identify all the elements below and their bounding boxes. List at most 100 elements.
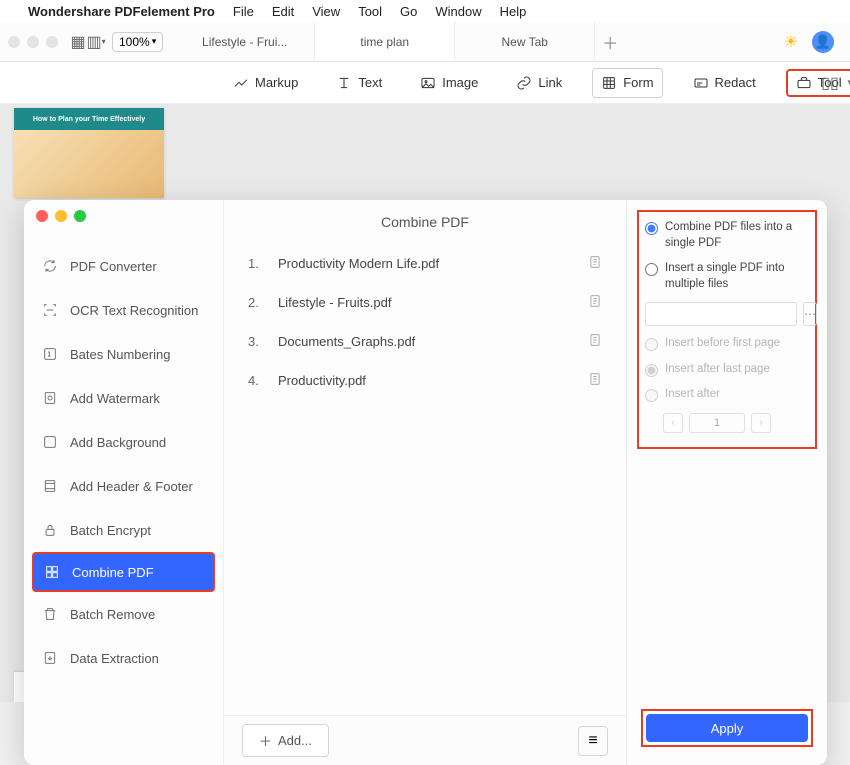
extract-icon bbox=[42, 650, 58, 666]
sidebar-item-background[interactable]: Add Background bbox=[24, 420, 223, 464]
markup-button[interactable]: Markup bbox=[225, 69, 306, 97]
page-value: 1 bbox=[689, 413, 745, 433]
main-area: How to Plan your Time Effectively PDF Co… bbox=[0, 104, 850, 702]
menu-file[interactable]: File bbox=[233, 4, 254, 19]
fullscreen-icon[interactable] bbox=[74, 210, 86, 222]
file-number: 4. bbox=[248, 373, 278, 388]
insert-radio[interactable] bbox=[645, 263, 658, 276]
sidebar-item-header-footer[interactable]: Add Header & Footer bbox=[24, 464, 223, 508]
page-thumbnails[interactable]: How to Plan your Time Effectively bbox=[14, 104, 194, 198]
file-row[interactable]: 4. Productivity.pdf bbox=[248, 361, 602, 400]
sidebar-item-bates[interactable]: Bates Numbering bbox=[24, 332, 223, 376]
text-button[interactable]: Text bbox=[328, 69, 390, 97]
form-icon bbox=[601, 75, 617, 91]
insert-after-last-radio bbox=[645, 364, 658, 377]
link-button[interactable]: Link bbox=[508, 69, 570, 97]
tab-new-tab[interactable]: New Tab bbox=[455, 22, 595, 61]
sidebar-item-batch-remove[interactable]: Batch Remove bbox=[24, 592, 223, 636]
new-tab-button[interactable]: ＋ bbox=[595, 22, 625, 61]
window-traffic-lights[interactable] bbox=[8, 36, 58, 48]
image-button[interactable]: Image bbox=[412, 69, 486, 97]
menu-edit[interactable]: Edit bbox=[272, 4, 294, 19]
sidebar-item-watermark[interactable]: Add Watermark bbox=[24, 376, 223, 420]
scan-icon bbox=[42, 302, 58, 318]
form-button[interactable]: Form bbox=[592, 68, 662, 98]
more-options-button[interactable]: ≡ bbox=[578, 726, 608, 756]
file-number: 1. bbox=[248, 256, 278, 271]
zoom-dropdown[interactable]: 100% ▾ bbox=[112, 32, 163, 52]
thumb-headline: How to Plan your Time Effectively bbox=[14, 108, 164, 130]
file-list: 1. Productivity Modern Life.pdf 2. Lifes… bbox=[224, 244, 626, 400]
sidebar-item-data-extraction[interactable]: Data Extraction bbox=[24, 636, 223, 680]
radio-insert-after-page: Insert after bbox=[645, 387, 809, 403]
close-icon[interactable] bbox=[36, 210, 48, 222]
page-thumb-1[interactable]: How to Plan your Time Effectively bbox=[14, 108, 164, 198]
menu-window[interactable]: Window bbox=[435, 4, 481, 19]
appearance-icon[interactable]: ☀ bbox=[784, 32, 798, 52]
grid-view-icon[interactable]: ▦ bbox=[70, 34, 86, 50]
insert-after-radio bbox=[645, 389, 658, 402]
trash-icon bbox=[42, 606, 58, 622]
radio-insert-multiple[interactable]: Insert a single PDF into multiple files bbox=[645, 261, 809, 292]
file-row[interactable]: 3. Documents_Graphs.pdf bbox=[248, 322, 602, 361]
menu-help[interactable]: Help bbox=[500, 4, 527, 19]
sidebar-item-ocr[interactable]: OCR Text Recognition bbox=[24, 288, 223, 332]
chevron-right-icon: › bbox=[759, 417, 762, 428]
modal-options-panel: Combine PDF files into a single PDF Inse… bbox=[627, 200, 827, 765]
file-number: 2. bbox=[248, 295, 278, 310]
tool-dropdown[interactable]: Tool ▾ bbox=[786, 69, 850, 97]
step-next-button: › bbox=[751, 413, 771, 433]
link-icon bbox=[516, 75, 532, 91]
page-range-icon[interactable] bbox=[588, 254, 602, 273]
browse-button[interactable]: ⋯ bbox=[803, 302, 817, 326]
file-row[interactable]: 2. Lifestyle - Fruits.pdf bbox=[248, 283, 602, 322]
apply-button[interactable]: Apply bbox=[646, 714, 808, 742]
add-file-button[interactable]: ＋ Add... bbox=[242, 724, 329, 757]
sidebar-item-combine-pdf[interactable]: Combine PDF bbox=[32, 552, 215, 592]
tab-lifestyle[interactable]: Lifestyle - Frui... bbox=[175, 22, 315, 61]
combine-pdf-modal: PDF Converter OCR Text Recognition Bates… bbox=[24, 200, 827, 765]
plus-icon: ＋ bbox=[259, 731, 272, 750]
page-range-icon[interactable] bbox=[588, 293, 602, 312]
combine-options-box: Combine PDF files into a single PDF Inse… bbox=[637, 210, 817, 449]
combine-radio[interactable] bbox=[645, 222, 658, 235]
page-display-icon[interactable]: ▯▯ bbox=[822, 75, 838, 91]
insert-before-radio bbox=[645, 338, 658, 351]
redact-button[interactable]: Redact bbox=[685, 69, 764, 97]
layout-buttons[interactable]: ▦ ▥▾ bbox=[70, 34, 104, 50]
step-prev-button: ‹ bbox=[663, 413, 683, 433]
app-name: Wondershare PDFelement Pro bbox=[28, 4, 215, 19]
user-avatar[interactable]: 👤 bbox=[812, 31, 834, 53]
page-range-icon[interactable] bbox=[588, 371, 602, 390]
menu-tool[interactable]: Tool bbox=[358, 4, 382, 19]
tab-timeplan[interactable]: time plan bbox=[315, 22, 455, 61]
sidebar-item-pdf-converter[interactable]: PDF Converter bbox=[24, 244, 223, 288]
lock-icon bbox=[42, 522, 58, 538]
modal-traffic-lights[interactable] bbox=[36, 210, 86, 222]
page-stepper: ‹ 1 › bbox=[663, 413, 809, 433]
ellipsis-icon: ⋯ bbox=[804, 307, 816, 321]
minimize-icon[interactable] bbox=[55, 210, 67, 222]
insert-target-input[interactable] bbox=[645, 302, 797, 326]
header-footer-icon bbox=[42, 478, 58, 494]
text-icon bbox=[336, 75, 352, 91]
document-tabs: Lifestyle - Frui... time plan New Tab ＋ bbox=[175, 22, 767, 61]
radio-combine-single[interactable]: Combine PDF files into a single PDF bbox=[645, 220, 809, 251]
page-range-icon[interactable] bbox=[588, 332, 602, 351]
menu-go[interactable]: Go bbox=[400, 4, 417, 19]
hamburger-icon: ≡ bbox=[588, 732, 597, 750]
file-name: Productivity.pdf bbox=[278, 373, 588, 388]
background-icon bbox=[42, 434, 58, 450]
zoom-value: 100% bbox=[119, 35, 150, 49]
file-name: Lifestyle - Fruits.pdf bbox=[278, 295, 588, 310]
file-name: Productivity Modern Life.pdf bbox=[278, 256, 588, 271]
file-row[interactable]: 1. Productivity Modern Life.pdf bbox=[248, 244, 602, 283]
sidebar-item-batch-encrypt[interactable]: Batch Encrypt bbox=[24, 508, 223, 552]
toolbox-icon bbox=[796, 75, 812, 91]
menu-view[interactable]: View bbox=[312, 4, 340, 19]
main-toolbar: Markup Text Image Link Form Redact Tool … bbox=[0, 62, 850, 104]
redact-icon bbox=[693, 75, 709, 91]
sidebar-view-icon[interactable]: ▥▾ bbox=[88, 34, 104, 50]
mac-menubar: Wondershare PDFelement Pro File Edit Vie… bbox=[0, 0, 850, 22]
number-icon bbox=[42, 346, 58, 362]
